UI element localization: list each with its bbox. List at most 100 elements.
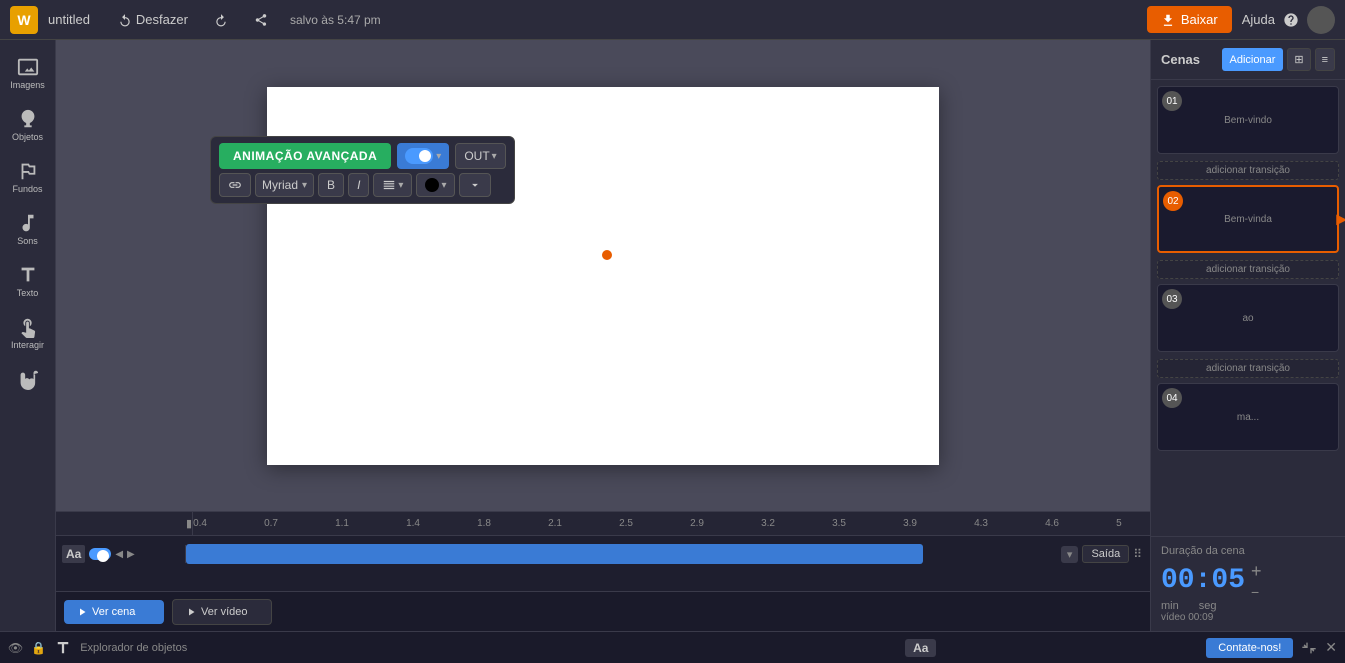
sidebar-item-sounds[interactable]: Sons: [3, 206, 53, 252]
timeline-ruler: ▮ 0.4 0.7 1.1 1.4 1.8 2.1 2.5 2.9 3.2 3.…: [56, 512, 1150, 536]
toggle-button[interactable]: ▾: [397, 143, 449, 169]
track-bar: [186, 544, 923, 564]
sidebar-item-interact[interactable]: Interagir: [3, 310, 53, 356]
duration-label: Duração da cena: [1161, 545, 1335, 557]
add-scene-button[interactable]: Adicionar: [1222, 48, 1284, 71]
floating-toolbar: ANIMAÇÃO AVANÇADA ▾ OUT ▾ Myria: [210, 136, 515, 204]
track-label: Aa ◀ ▶: [56, 545, 186, 563]
help-area: Ajuda: [1242, 6, 1335, 34]
duration-time: 00:05: [1161, 565, 1245, 596]
scene-num-3: 03: [1162, 289, 1182, 309]
ruler-mark: 0.7: [264, 518, 335, 529]
track-toggle[interactable]: [89, 548, 111, 560]
lock-icon[interactable]: 🔒: [31, 641, 46, 655]
scene-text-2: Bem-vinda: [1224, 214, 1272, 225]
text-icon[interactable]: [54, 639, 72, 657]
ruler-mark: 3.2: [761, 518, 832, 529]
add-transition-3[interactable]: adicionar transição: [1157, 359, 1339, 378]
duration-decrease[interactable]: −: [1251, 584, 1262, 600]
scenes-actions: Adicionar ⊞ ≡: [1222, 48, 1336, 71]
ruler-mark: 3.9: [903, 518, 974, 529]
scene-num-2: 02: [1163, 191, 1183, 211]
ruler-mark: 5: [1116, 518, 1150, 529]
duration-increase[interactable]: +: [1251, 561, 1262, 582]
scene-thumb-3[interactable]: 03 ao: [1157, 284, 1339, 352]
bottom-controls: Ver cena Ver vídeo: [56, 591, 1150, 631]
sidebar-item-hand[interactable]: [3, 362, 53, 398]
color-button[interactable]: ▾: [416, 173, 455, 197]
user-avatar[interactable]: [1307, 6, 1335, 34]
undo-button[interactable]: Desfazer: [110, 8, 196, 31]
eye-icon[interactable]: 👁: [8, 641, 23, 655]
output-dropdown[interactable]: ▾: [1061, 546, 1079, 563]
ruler-mark: 1.4: [406, 518, 477, 529]
more-options-button[interactable]: [459, 173, 491, 197]
toggle-chevron: ▾: [436, 151, 441, 162]
font-selector[interactable]: Myriad ▾: [255, 173, 314, 197]
sidebar-item-images[interactable]: Imagens: [3, 50, 53, 96]
scene-text-4: ma...: [1237, 412, 1259, 423]
video-duration: vídeo 00:09: [1161, 612, 1335, 623]
grid-view-button[interactable]: ⊞: [1287, 48, 1310, 71]
download-button[interactable]: Baixar: [1147, 6, 1232, 33]
sidebar-label-objects: Objetos: [12, 132, 43, 142]
link-button[interactable]: [219, 173, 251, 197]
duration-units: min seg: [1161, 600, 1335, 612]
track-bar-area[interactable]: [186, 542, 1053, 566]
sidebar-label-images: Imagens: [10, 80, 45, 90]
list-view-button[interactable]: ≡: [1315, 48, 1335, 71]
contact-button[interactable]: Contate-nos!: [1206, 638, 1293, 658]
close-button[interactable]: ✕: [1325, 639, 1337, 656]
ver-cena-button[interactable]: Ver cena: [64, 600, 164, 624]
scene-item-2[interactable]: 02 Bem-vinda ▶: [1157, 185, 1339, 253]
toolbar-row1: ANIMAÇÃO AVANÇADA ▾ OUT ▾: [219, 143, 506, 169]
scene-thumb-2[interactable]: 02 Bem-vinda: [1157, 185, 1339, 253]
sidebar-label-backgrounds: Fundos: [12, 184, 42, 194]
scene-text-3: ao: [1242, 313, 1253, 324]
add-transition-2[interactable]: adicionar transição: [1157, 260, 1339, 279]
timeline-area: ▮ 0.4 0.7 1.1 1.4 1.8 2.1 2.5 2.9 3.2 3.…: [56, 511, 1150, 591]
ruler-mark: 0.4: [193, 518, 264, 529]
scene-item-1[interactable]: 01 Bem-vindo: [1157, 86, 1339, 154]
italic-button[interactable]: I: [348, 173, 369, 197]
center-area: ANIMAÇÃO AVANÇADA ▾ OUT ▾ Myria: [56, 40, 1150, 631]
scene-arrow-2: ▶: [1336, 211, 1345, 228]
scene-item-4[interactable]: 04 ma...: [1157, 383, 1339, 451]
logo[interactable]: W: [10, 6, 38, 34]
ruler-mark: 1.1: [335, 518, 406, 529]
out-button[interactable]: OUT ▾: [455, 143, 505, 169]
scene-num-4: 04: [1162, 388, 1182, 408]
ruler-mark: 3.5: [832, 518, 903, 529]
sidebar-item-objects[interactable]: Objetos: [3, 102, 53, 148]
add-transition-1[interactable]: adicionar transição: [1157, 161, 1339, 180]
scene-thumb-4[interactable]: 04 ma...: [1157, 383, 1339, 451]
aa-badge: Aa: [905, 639, 936, 657]
share-button[interactable]: [246, 9, 276, 31]
track-handle[interactable]: ⠿: [1133, 547, 1142, 561]
main-layout: Imagens Objetos Fundos Sons Texto Intera…: [0, 40, 1345, 631]
duration-panel: Duração da cena 00:05 + − min seg vídeo …: [1151, 536, 1345, 631]
ruler-mark: 4.3: [974, 518, 1045, 529]
position-indicator: [602, 250, 612, 260]
document-title[interactable]: untitled: [48, 12, 90, 27]
min-label: min: [1161, 600, 1179, 612]
align-button[interactable]: ▾: [373, 173, 412, 197]
animation-button[interactable]: ANIMAÇÃO AVANÇADA: [219, 143, 391, 169]
timeline-track: Aa ◀ ▶ ▾ Saída ⠿: [56, 536, 1150, 572]
out-chevron: ▾: [492, 151, 497, 162]
track-controls: ▾ Saída ⠿: [1053, 545, 1150, 563]
seg-label: seg: [1199, 600, 1217, 612]
toggle-switch[interactable]: [405, 148, 433, 164]
end-button[interactable]: Saída: [1082, 545, 1129, 563]
redo-button[interactable]: [206, 9, 236, 31]
canvas-area[interactable]: ANIMAÇÃO AVANÇADA ▾ OUT ▾ Myria: [56, 40, 1150, 511]
sidebar-item-backgrounds[interactable]: Fundos: [3, 154, 53, 200]
expand-icon[interactable]: [1301, 640, 1317, 656]
scene-thumb-1[interactable]: 01 Bem-vindo: [1157, 86, 1339, 154]
bold-button[interactable]: B: [318, 173, 344, 197]
sidebar-item-text[interactable]: Texto: [3, 258, 53, 304]
scene-item-3[interactable]: 03 ao: [1157, 284, 1339, 352]
scenes-list: 01 Bem-vindo adicionar transição 02 Bem-…: [1151, 80, 1345, 536]
ver-video-button[interactable]: Ver vídeo: [172, 599, 272, 625]
status-bar: 👁 🔒 Explorador de objetos Aa Contate-nos…: [0, 631, 1345, 663]
